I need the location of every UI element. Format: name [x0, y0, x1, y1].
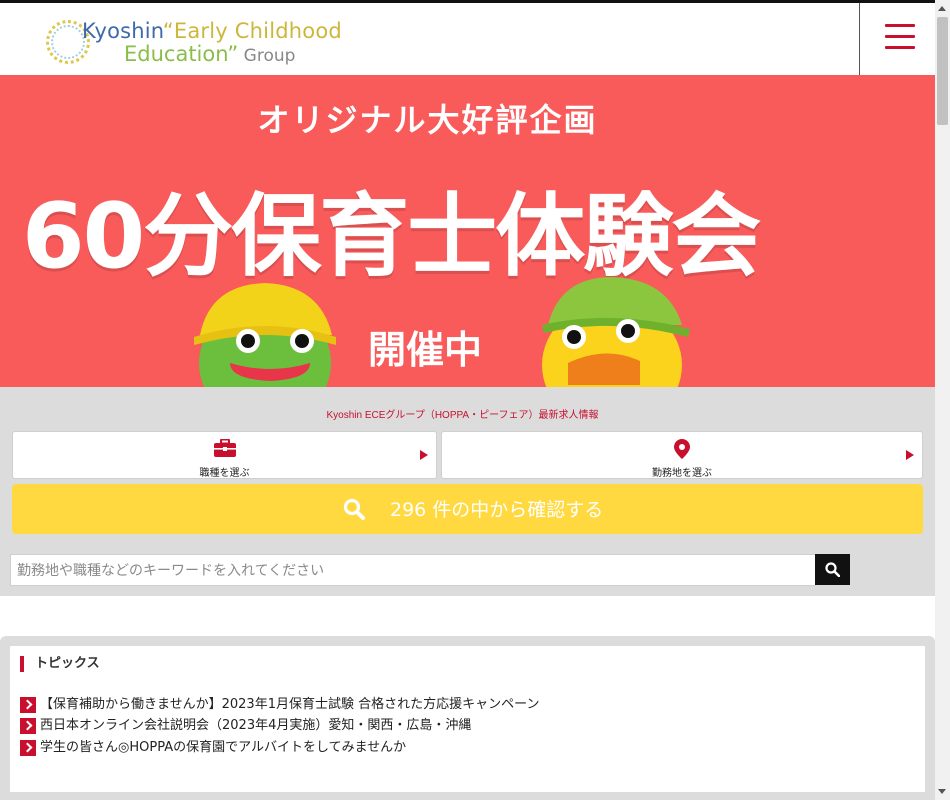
chevron-right-icon: [20, 740, 36, 756]
hamburger-menu-icon[interactable]: [859, 3, 935, 75]
vertical-scrollbar[interactable]: [935, 0, 950, 800]
location-select-button[interactable]: 勤務地を選ぶ: [441, 431, 923, 479]
search-icon: [343, 498, 365, 520]
topic-link-text: 西日本オンライン会社説明会（2023年4月実施）愛知・関西・広島・沖縄: [40, 718, 472, 733]
topics-heading: トピックス: [20, 656, 100, 672]
yellow-mascot-illustration: [542, 277, 690, 387]
job-type-label: 職種を選ぶ: [199, 468, 250, 479]
keyword-search-button[interactable]: [815, 554, 850, 585]
keyword-search-input[interactable]: [10, 554, 816, 586]
topics-panel: トピックス 【保育補助から働きませんか】2023年1月保育士試験 合格された方応…: [10, 646, 925, 792]
confirm-search-button[interactable]: 296 件の中から確認する: [12, 484, 923, 534]
job-search-panel: Kyoshin ECEグループ（HOPPA・ピーフェア）最新求人情報 職種を選ぶ…: [0, 387, 935, 596]
chevron-right-icon: [20, 697, 36, 713]
triangle-right-icon: [420, 450, 428, 460]
banner-tag: 開催中: [368, 328, 483, 372]
banner-subtitle: オリジナル大好評企画: [257, 101, 598, 139]
topic-link-text: 学生の皆さん◎HOPPAの保育園でアルバイトをしてみませんか: [40, 740, 407, 755]
scroll-down-arrow-icon[interactable]: [938, 789, 946, 794]
search-icon: [825, 562, 840, 577]
confirm-search-label: 296 件の中から確認する: [390, 499, 604, 521]
logo-text-group: Group: [238, 46, 296, 66]
topic-link-text: 【保育補助から働きませんか】2023年1月保育士試験 合格された方応援キャンペー…: [40, 697, 540, 712]
banner-title: 60分保育士体験会: [22, 184, 761, 289]
briefcase-icon: [213, 439, 236, 457]
event-banner[interactable]: オリジナル大好評企画 60分保育士体験会 開催中: [0, 75, 935, 387]
topic-link[interactable]: 西日本オンライン会社説明会（2023年4月実施）愛知・関西・広島・沖縄: [20, 718, 490, 734]
scrollbar-thumb[interactable]: [937, 17, 948, 125]
topic-link[interactable]: 学生の皆さん◎HOPPAの保育園でアルバイトをしてみませんか: [20, 740, 440, 756]
green-mascot-illustration: [194, 283, 336, 387]
topics-section: トピックス 【保育補助から働きませんか】2023年1月保育士試験 合格された方応…: [0, 636, 935, 800]
location-label: 勤務地を選ぶ: [652, 468, 712, 479]
triangle-right-icon: [906, 450, 914, 460]
logo-text-education: Education”: [124, 42, 239, 66]
scroll-up-arrow-icon[interactable]: [938, 6, 946, 11]
map-pin-icon: [674, 439, 690, 459]
logo-text-kyoshin: Kyoshin: [82, 19, 163, 43]
site-logo[interactable]: Kyoshin“Early Childhood Education” Group: [46, 17, 342, 69]
topic-link[interactable]: 【保育補助から働きませんか】2023年1月保育士試験 合格された方応援キャンペー…: [20, 697, 560, 713]
job-type-select-button[interactable]: 職種を選ぶ: [12, 431, 437, 479]
search-caption: Kyoshin ECEグループ（HOPPA・ピーフェア）最新求人情報: [326, 410, 599, 421]
chevron-right-icon: [20, 718, 36, 734]
site-header: Kyoshin“Early Childhood Education” Group: [0, 3, 935, 75]
logo-text-early-childhood: “Early Childhood: [162, 19, 342, 43]
